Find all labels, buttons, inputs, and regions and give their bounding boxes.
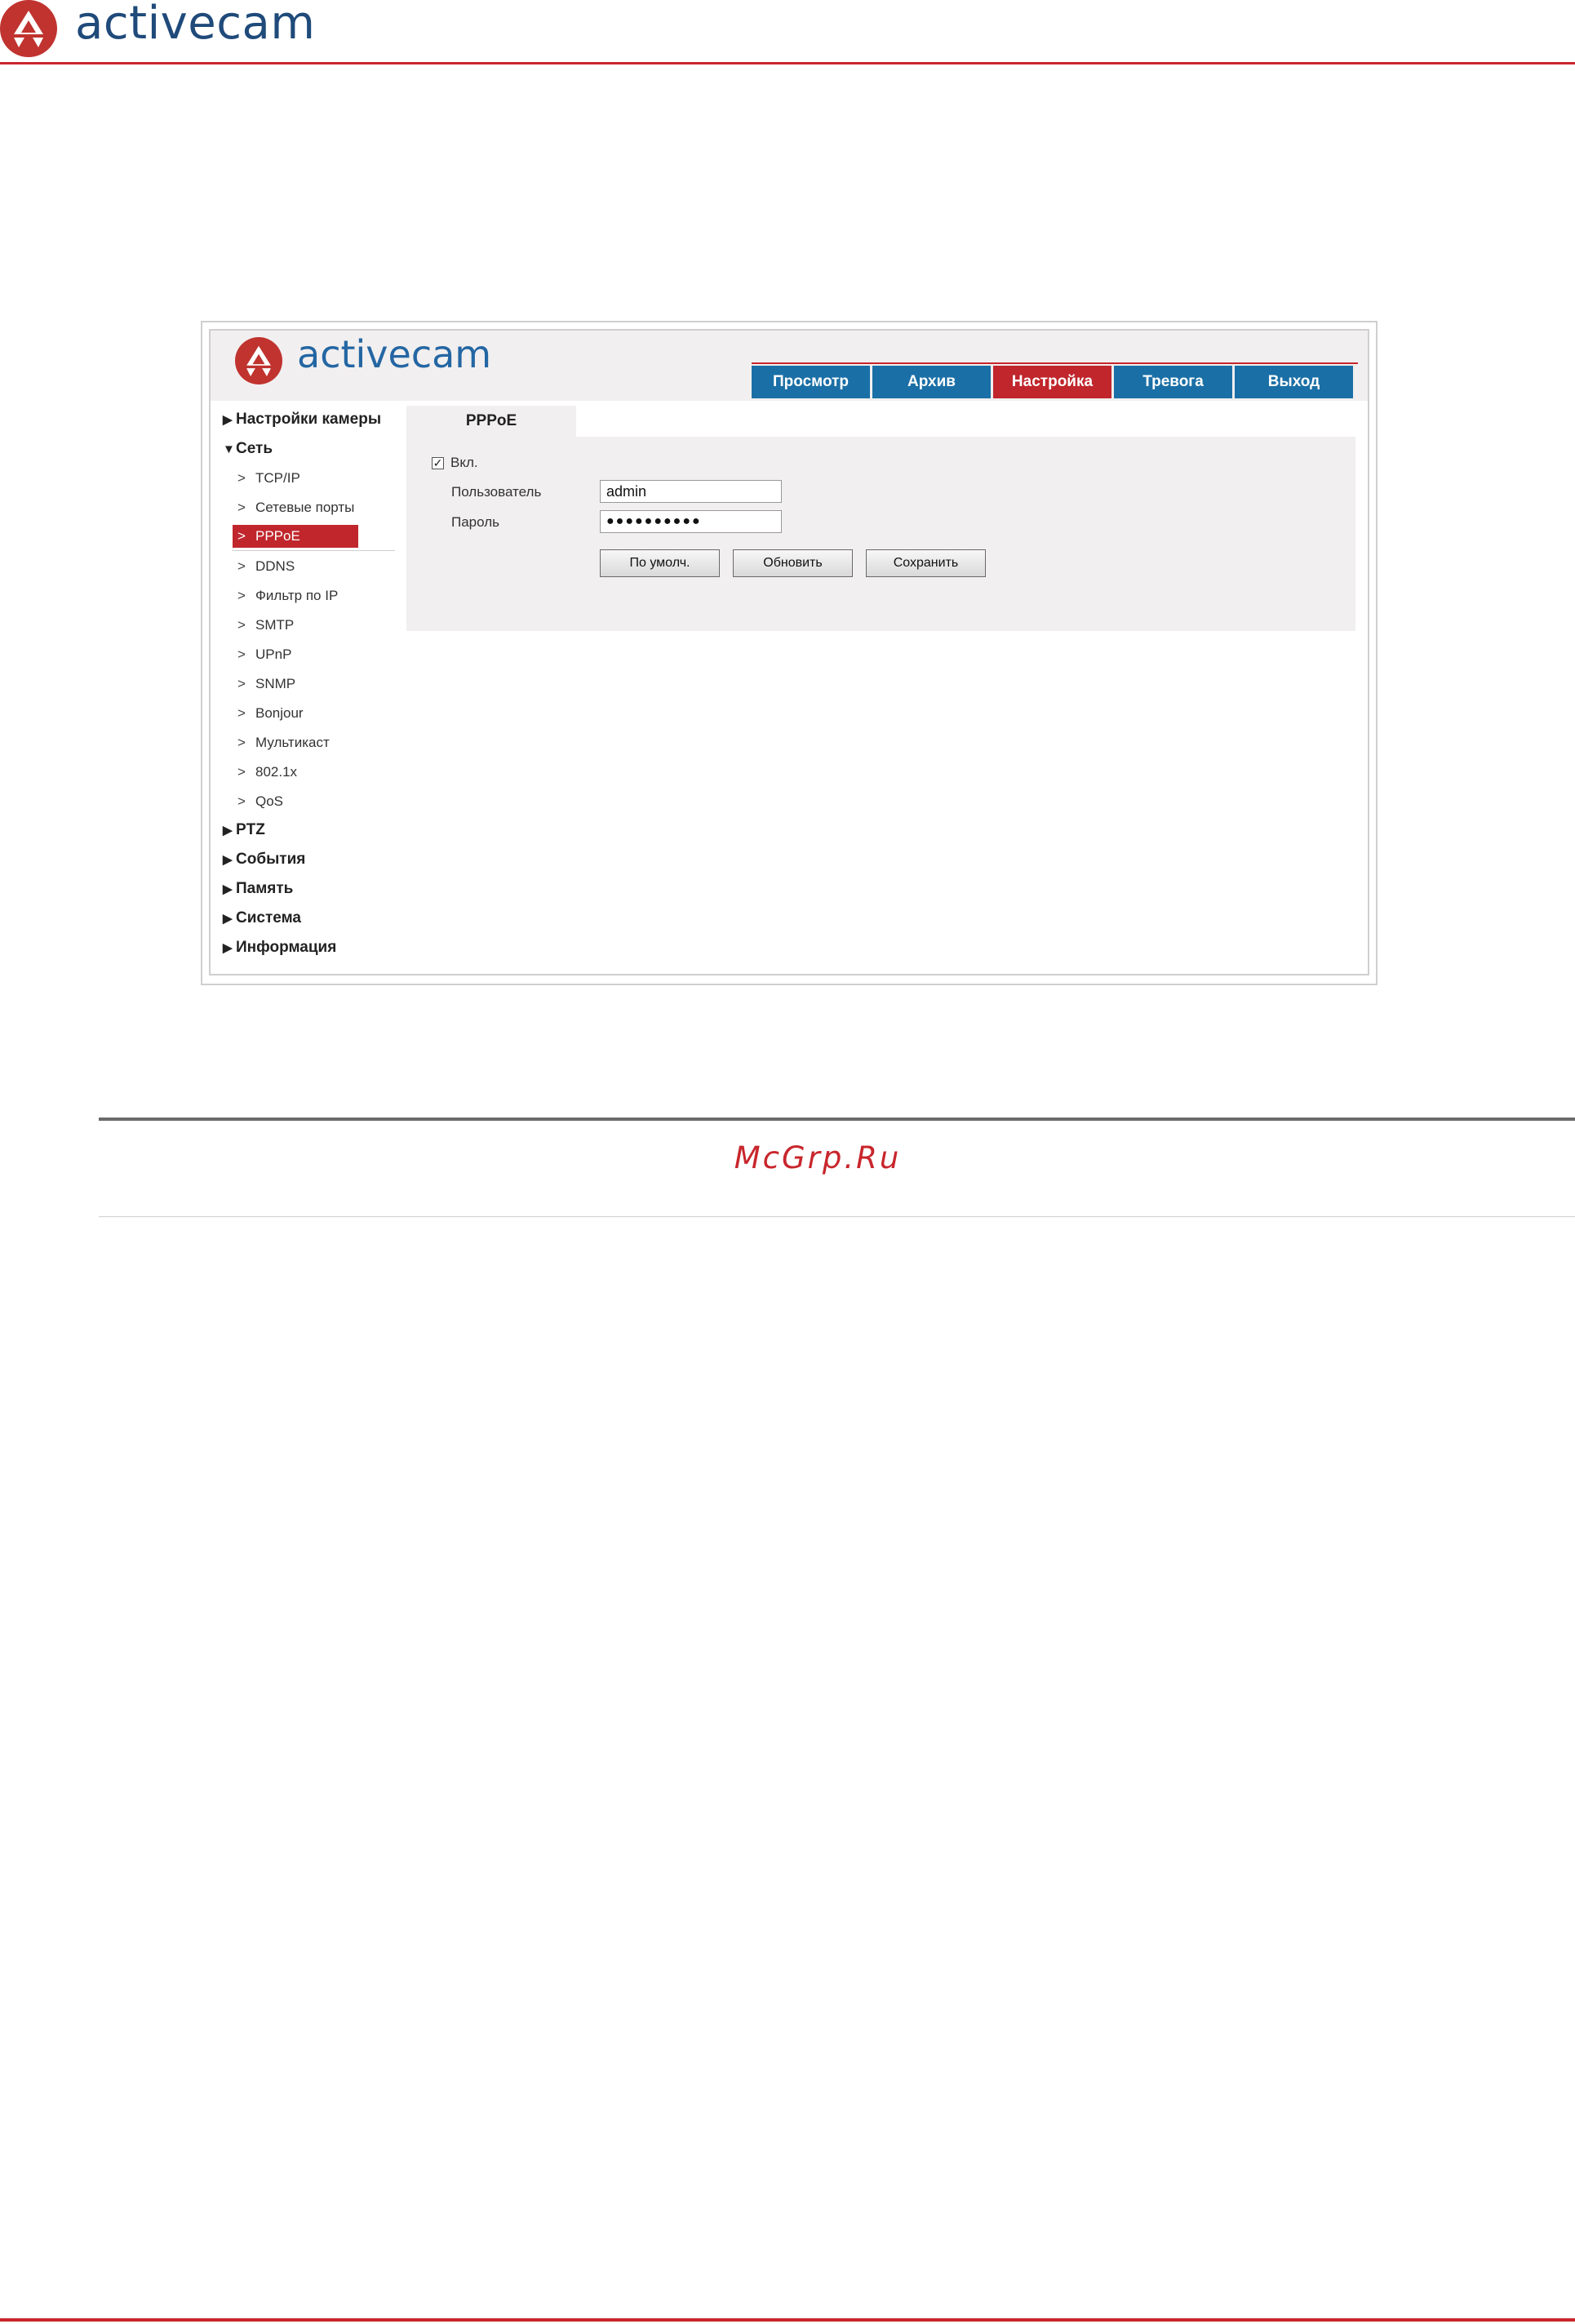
- triangle-right-icon: ▶: [223, 882, 233, 896]
- refresh-button[interactable]: Обновить: [733, 549, 853, 577]
- password-input[interactable]: ●●●●●●●●●●: [600, 510, 782, 533]
- user-input[interactable]: admin: [600, 480, 782, 503]
- tab-logout[interactable]: Выход: [1235, 366, 1353, 398]
- chevron-right-icon: >: [237, 705, 246, 721]
- app-logo-text: activecam: [297, 332, 492, 376]
- sidebar-item-bonjour[interactable]: > Bonjour: [233, 702, 358, 725]
- default-button[interactable]: По умолч.: [600, 549, 720, 577]
- sidebar-group-camera-settings[interactable]: ▶ Настройки камеры: [223, 408, 381, 431]
- sidebar-group-label: PTZ: [236, 821, 265, 838]
- page-header: activecam: [0, 0, 1575, 65]
- sidebar-item-label: TCP/IP: [255, 470, 300, 486]
- sidebar-group-label: События: [236, 851, 306, 868]
- user-label: Пользователь: [451, 484, 542, 500]
- app-header: activecam Просмотр Архив Настройка Трево…: [211, 331, 1368, 401]
- sidebar-group-label: Сеть: [236, 440, 273, 457]
- chevron-right-icon: >: [237, 470, 246, 486]
- chevron-right-icon: >: [237, 588, 246, 603]
- triangle-down-icon: ▼: [223, 442, 235, 456]
- sidebar-item-label: UPnP: [255, 647, 292, 662]
- sidebar-group-info[interactable]: ▶ Информация: [223, 936, 336, 959]
- sidebar-item-8021x[interactable]: >802.1x: [233, 761, 358, 784]
- triangle-right-icon: ▶: [223, 912, 233, 926]
- watermark-text: McGrp.Ru: [734, 1140, 902, 1175]
- sidebar-item-qos[interactable]: > QoS: [233, 790, 358, 813]
- password-label: Пароль: [451, 514, 499, 530]
- sidebar-item-label: PPPoE: [255, 528, 300, 544]
- chevron-right-icon: >: [237, 617, 246, 633]
- enable-checkbox[interactable]: ✓: [432, 457, 444, 469]
- tab-view[interactable]: Просмотр: [752, 366, 870, 398]
- camera-web-ui: activecam Просмотр Архив Настройка Трево…: [209, 329, 1369, 975]
- sidebar-item-tcpip[interactable]: > TCP/IP: [233, 467, 358, 490]
- sidebar-item-label: QoS: [255, 793, 284, 809]
- sidebar-item-snmp[interactable]: > SNMP: [233, 673, 358, 695]
- sidebar-item-smtp[interactable]: > SMTP: [233, 614, 358, 637]
- sidebar-item-label: SMTP: [255, 617, 295, 633]
- chevron-right-icon: >: [237, 793, 246, 809]
- activecam-logo-icon: [0, 0, 57, 57]
- tab-alarm[interactable]: Тревога: [1114, 366, 1232, 398]
- chevron-right-icon: >: [237, 500, 246, 515]
- chevron-right-icon: >: [237, 764, 246, 780]
- sidebar: ▶ Настройки камеры ▼Сеть > TCP/IP > Сетевые…: [211, 401, 406, 972]
- sidebar-group-system[interactable]: ▶ Система: [223, 907, 301, 930]
- activecam-logo-icon: [235, 337, 282, 384]
- sidebar-item-pppoe[interactable]: > PPPoE: [233, 525, 358, 548]
- band-bottom-divider: [99, 1216, 1575, 1217]
- sidebar-group-label: Информация: [236, 939, 337, 956]
- sidebar-divider: [232, 550, 395, 551]
- sidebar-item-ip-filter[interactable]: > Фильтр по IP: [233, 584, 358, 607]
- band-top-divider: [99, 1118, 1575, 1121]
- chevron-right-icon: >: [237, 676, 246, 691]
- tab-pppoe[interactable]: PPPoE: [406, 406, 576, 437]
- sidebar-item-label: Bonjour: [255, 705, 304, 721]
- sidebar-item-multicast[interactable]: > Мультикаст: [233, 731, 358, 754]
- sidebar-item-ddns[interactable]: > DDNS: [233, 555, 358, 578]
- page-logo-text: activecam: [75, 0, 316, 50]
- sidebar-item-upnp[interactable]: > UPnP: [233, 643, 358, 666]
- sidebar-item-network-ports[interactable]: > Сетевые порты: [233, 496, 358, 519]
- triangle-right-icon: ▶: [223, 413, 233, 427]
- triangle-right-icon: ▶: [223, 824, 233, 838]
- sidebar-group-storage[interactable]: ▶ Память: [223, 878, 293, 900]
- screenshot-frame: activecam Просмотр Архив Настройка Трево…: [201, 321, 1378, 985]
- sidebar-group-label: Настройки камеры: [236, 411, 382, 428]
- sidebar-item-label: 802.1x: [255, 764, 298, 780]
- pppoe-settings-panel: ✓ Вкл. Пользователь admin Пароль ●●●●●●●…: [406, 437, 1355, 631]
- checkmark-icon: ✓: [433, 456, 443, 469]
- sidebar-group-network[interactable]: ▼Сеть: [223, 438, 273, 460]
- sidebar-group-label: Память: [236, 880, 294, 897]
- header-divider: [0, 62, 1575, 64]
- sidebar-item-label: Мультикаст: [255, 735, 330, 750]
- triangle-right-icon: ▶: [223, 941, 233, 955]
- chevron-right-icon: >: [237, 528, 246, 544]
- sidebar-item-label: SNMP: [255, 676, 296, 691]
- save-button[interactable]: Сохранить: [866, 549, 986, 577]
- tab-settings[interactable]: Настройка: [993, 366, 1111, 398]
- sidebar-group-ptz[interactable]: ▶ PTZ: [223, 819, 265, 842]
- tab-archive[interactable]: Архив: [872, 366, 991, 398]
- footer-divider: [0, 2318, 1575, 2322]
- sidebar-item-label: DDNS: [255, 558, 295, 574]
- sidebar-item-label: Фильтр по IP: [255, 588, 339, 603]
- chevron-right-icon: >: [237, 735, 246, 750]
- sidebar-group-label: Система: [236, 909, 301, 926]
- sidebar-group-events[interactable]: ▶ События: [223, 848, 305, 871]
- enable-label: Вкл.: [450, 455, 478, 470]
- triangle-right-icon: ▶: [223, 853, 233, 867]
- chevron-right-icon: >: [237, 558, 246, 574]
- chevron-right-icon: >: [237, 647, 246, 662]
- tabs-top-line: [752, 362, 1358, 364]
- sidebar-item-label: Сетевые порты: [255, 500, 355, 515]
